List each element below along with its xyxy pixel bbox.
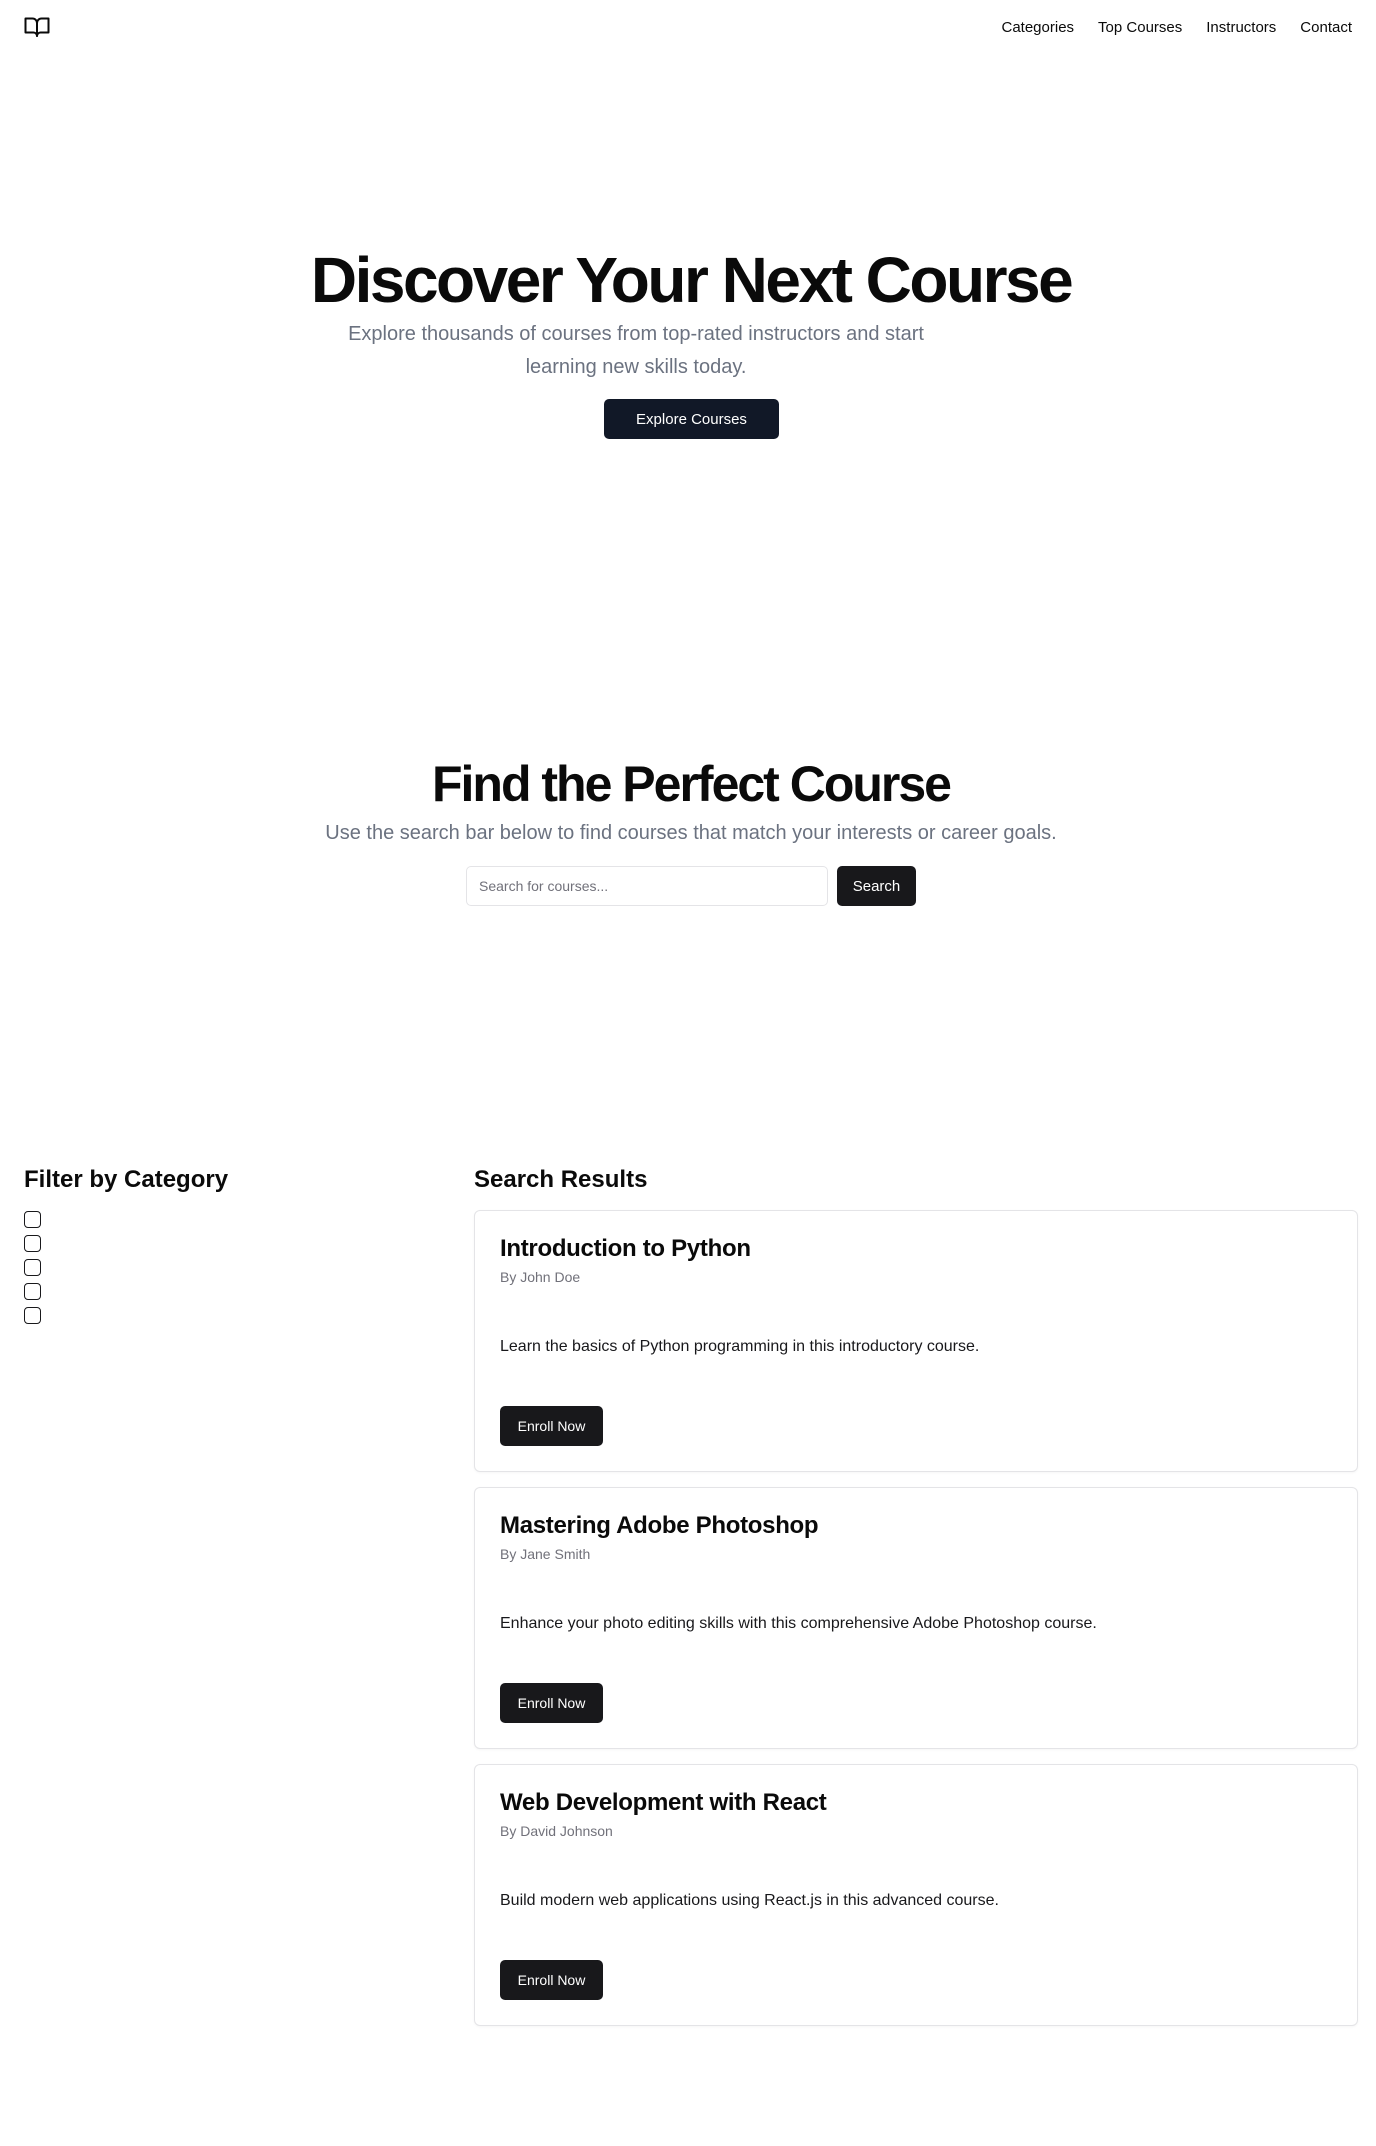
hero-subtitle: Explore thousands of courses from top-ra…: [348, 323, 924, 378]
nav-link-contact[interactable]: Contact: [1300, 18, 1352, 38]
category-checkbox[interactable]: [24, 1211, 41, 1228]
course-author: By David Johnson: [500, 1823, 613, 1839]
course-card: Introduction to Python By John Doe Learn…: [474, 1210, 1358, 1472]
book-open-icon[interactable]: [24, 16, 50, 38]
nav-link-categories[interactable]: Categories: [1002, 18, 1075, 38]
category-checkbox[interactable]: [24, 1235, 41, 1252]
course-description: Build modern web applications using Reac…: [500, 1892, 999, 1909]
search-input[interactable]: [466, 866, 828, 906]
course-author: By Jane Smith: [500, 1546, 591, 1562]
category-checkbox[interactable]: [24, 1283, 41, 1300]
explore-courses-button[interactable]: Explore Courses: [604, 399, 779, 439]
course-card: Mastering Adobe Photoshop By Jane Smith …: [474, 1487, 1358, 1749]
course-title: Web Development with React: [500, 1789, 827, 1816]
course-description: Learn the basics of Python programming i…: [500, 1338, 980, 1355]
filter-title: Filter by Category: [24, 1166, 229, 1193]
results-title: Search Results: [474, 1166, 648, 1193]
search-button[interactable]: Search: [837, 866, 916, 906]
search-section-title: Find the Perfect Course: [432, 756, 952, 812]
course-title: Mastering Adobe Photoshop: [500, 1512, 819, 1539]
filter-checkbox-list: [24, 1211, 41, 1331]
enroll-now-button[interactable]: Enroll Now: [500, 1960, 603, 2000]
category-checkbox[interactable]: [24, 1307, 41, 1324]
enroll-now-button[interactable]: Enroll Now: [500, 1406, 603, 1446]
hero-title: Discover Your Next Course: [310, 244, 1074, 316]
nav-link-top-courses[interactable]: Top Courses: [1098, 18, 1182, 38]
search-section-subtitle: Use the search bar below to find courses…: [325, 822, 1057, 844]
main-nav: Categories Top Courses Instructors Conta…: [1002, 18, 1353, 38]
course-card: Web Development with React By David John…: [474, 1764, 1358, 2026]
course-author: By John Doe: [500, 1269, 581, 1285]
category-checkbox[interactable]: [24, 1259, 41, 1276]
course-description: Enhance your photo editing skills with t…: [500, 1615, 1097, 1632]
nav-link-instructors[interactable]: Instructors: [1206, 18, 1276, 38]
enroll-now-button[interactable]: Enroll Now: [500, 1683, 603, 1723]
course-title: Introduction to Python: [500, 1235, 751, 1262]
site-header: Categories Top Courses Instructors Conta…: [0, 0, 1376, 56]
